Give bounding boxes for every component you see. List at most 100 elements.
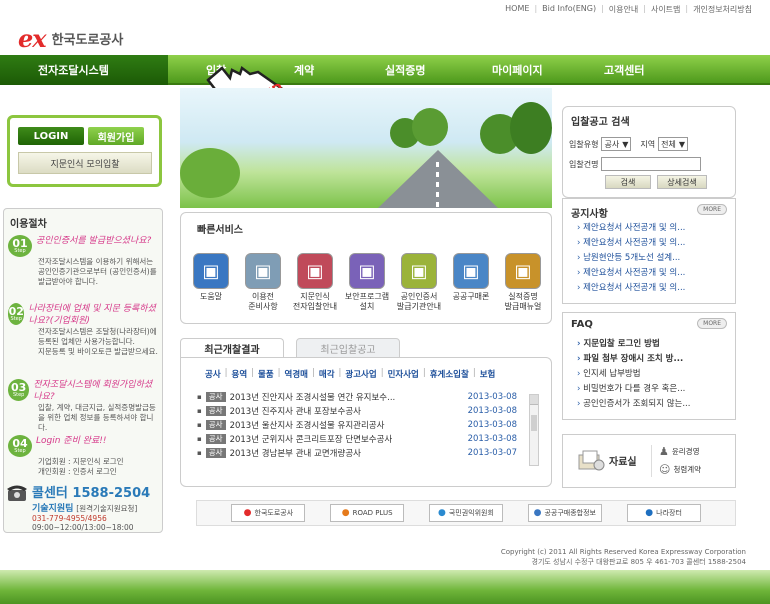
bid-name-input[interactable] xyxy=(601,157,702,171)
bullet-icon: ▪ xyxy=(197,449,202,457)
category-filter: 공사 | 용역 | 물품 | 역경매 | 매각 | 광고사업 | 민자사업 | 휴게소입찰 | 보험 xyxy=(205,368,495,380)
partner-banner[interactable]: ● 국민권익위원회 xyxy=(428,504,503,522)
quick-service-panel: 빠른서비스 ▣ 도움말 ▣ 이용전 준비사항 ▣ 지문인식 전자입찰안내 ▣ 보안프로그램 설… xyxy=(180,212,552,324)
quick-service-item[interactable]: ▣ 공인인증서 발급기관안내 xyxy=(393,253,445,312)
notice-item[interactable]: › 남원현안등 5개노선 설계... xyxy=(577,251,727,266)
clean-contract-link[interactable]: ☺ 청렴계약 xyxy=(659,463,701,476)
support-phone: 031-779-4955/4956 xyxy=(32,514,107,523)
category-link[interactable]: 용역 xyxy=(232,368,248,380)
category-link[interactable]: 휴게소입찰 xyxy=(430,368,469,380)
notice-item[interactable]: › 제안요청서 사전공개 및 의... xyxy=(577,236,727,251)
top-link-privacy[interactable]: 개인정보처리방침 xyxy=(693,4,752,15)
faq-more-button[interactable]: MORE xyxy=(697,318,727,329)
quick-service-item[interactable]: ▣ 실적증명 발급매뉴얼 xyxy=(497,253,549,312)
faq-item-title: 비밀번호가 다를 경우 혹은... xyxy=(583,384,686,394)
bullet-icon: ▪ xyxy=(197,407,202,415)
notice-item-title: 제안요청서 사전공개 및 의... xyxy=(583,283,686,293)
resources-link[interactable]: 자료실 xyxy=(577,449,637,471)
category-link[interactable]: 역경매 xyxy=(285,368,308,380)
partner-banner[interactable]: ● 한국도로공사 xyxy=(231,504,306,522)
quick-service-item[interactable]: ▣ 지문인식 전자입찰안내 xyxy=(289,253,341,312)
procedure-step-4: 04 Step Login 준비 완료!! 기업회원 : 지문인식 로그인 개인회… xyxy=(8,435,158,477)
partner-banner-label: ROAD PLUS xyxy=(352,509,393,517)
public-purchase-icon: ▣ xyxy=(453,253,489,289)
result-title[interactable]: 2013년 진안지사 조경시설물 연간 유지보수... xyxy=(230,391,396,403)
detail-search-button[interactable]: 상세검색 xyxy=(657,175,707,189)
result-title[interactable]: 2013년 울산지사 조경시설물 유지관리공사 xyxy=(230,419,385,431)
quick-service-list: ▣ 도움말 ▣ 이용전 준비사항 ▣ 지문인식 전자입찰안내 ▣ 보안프로그램 설치 ▣ 공인인증… xyxy=(185,253,549,312)
top-link-guide[interactable]: 이용안내 xyxy=(609,4,638,15)
partner-banner[interactable]: ● 공공구매종합정보 xyxy=(527,504,602,522)
step-heading: 공인인증서를 발급받으셨나요? xyxy=(36,236,152,246)
tab-recent-bid-notices[interactable]: 최근입찰공고 xyxy=(296,338,400,358)
category-link[interactable]: 공사 xyxy=(205,368,221,380)
result-title[interactable]: 2013년 군위지사 콘크리트포장 단면보수공사 xyxy=(230,433,393,445)
nav-item-customer-center[interactable]: 고객센터 xyxy=(604,55,644,85)
login-button[interactable]: LOGIN xyxy=(18,127,84,145)
faq-item[interactable]: › 비밀번호가 다를 경우 혹은... xyxy=(577,382,727,397)
ethics-label: 윤리경영 xyxy=(671,447,700,456)
faq-item[interactable]: › 공인인증서가 조회되지 않는... xyxy=(577,397,727,412)
faq-item[interactable]: › 인지세 납부방법 xyxy=(577,367,727,382)
category-link[interactable]: 보험 xyxy=(480,368,496,380)
bid-type-select[interactable]: 공사 ▼ xyxy=(601,137,632,151)
category-link[interactable]: 광고사업 xyxy=(345,368,376,380)
quick-service-item[interactable]: ▣ 도움말 xyxy=(185,253,237,312)
ethics-link[interactable]: ♟ 윤리경영 xyxy=(659,445,699,458)
document-folder-icon xyxy=(578,450,605,471)
result-title[interactable]: 2013년 경남본부 관내 교면개량공사 xyxy=(230,447,361,459)
top-link-home[interactable]: HOME xyxy=(505,4,529,15)
quick-service-title: 빠른서비스 xyxy=(197,225,243,236)
fingerprint-simulation-button[interactable]: 지문인식 모의입찰 xyxy=(18,152,152,174)
site-logo[interactable]: ex 한국도로공사 xyxy=(18,24,123,53)
region-select[interactable]: 전체 ▼ xyxy=(658,137,688,151)
step-description: 전자조달시스템은 조달청(나라장터)에 등록된 업체만 사용가능합니다. 지문등… xyxy=(38,327,158,356)
login-box: LOGIN 회원가입 지문인식 모의입찰 xyxy=(7,115,162,187)
resources-label: 자료실 xyxy=(609,456,637,468)
partner-banner[interactable]: ● ROAD PLUS xyxy=(330,504,405,522)
category-link[interactable]: 물품 xyxy=(258,368,274,380)
roadplus-logo-icon: ● xyxy=(341,508,350,518)
top-link-bid-info[interactable]: Bid Info(ENG) xyxy=(542,4,596,15)
result-row[interactable]: ▪ 공사 2013년 진주지사 관내 포장보수공사 2013-03-08 xyxy=(197,404,517,418)
notice-item[interactable]: › 제안요청서 사전공개 및 의... xyxy=(577,221,727,236)
notice-item[interactable]: › 제안요청서 사전공개 및 의... xyxy=(577,266,727,281)
chevron-down-icon: ▼ xyxy=(622,139,629,149)
quick-service-item[interactable]: ▣ 보안프로그램 설치 xyxy=(341,253,393,312)
join-button[interactable]: 회원가입 xyxy=(88,127,144,145)
notice-more-button[interactable]: MORE xyxy=(697,204,727,215)
notice-item[interactable]: › 제안요청서 사전공개 및 의... xyxy=(577,281,727,296)
bullet-icon: ▪ xyxy=(197,435,202,443)
tab-recent-opening-results[interactable]: 최근개찰결과 xyxy=(180,338,284,358)
faq-item[interactable]: › 지문입찰 로그인 방법 xyxy=(577,337,727,352)
results-scrollbar[interactable] xyxy=(529,394,539,466)
category-link[interactable]: 민자사업 xyxy=(388,368,419,380)
remote-support-request[interactable]: [원격기술지원요청] xyxy=(76,504,137,513)
top-link-sitemap[interactable]: 사이트맵 xyxy=(651,4,680,15)
step-heading: 나라장터에 업체 및 지문 등록하셨나요?(기업회원) xyxy=(28,304,156,326)
faq-item[interactable]: › 파일 첨부 장애시 조치 방... xyxy=(577,352,727,367)
chevron-down-icon: ▼ xyxy=(678,139,685,149)
category-link[interactable]: 매각 xyxy=(319,368,335,380)
partner-banners: ● 한국도로공사 ● ROAD PLUS ● 국민권익위원회 ● 공공구매종합정보 ● 나라장터 xyxy=(196,500,736,526)
notice-item-title: 제안요청서 사전공개 및 의... xyxy=(583,223,686,233)
nav-item-performance[interactable]: 실적증명 xyxy=(385,55,425,85)
quick-service-item[interactable]: ▣ 이용전 준비사항 xyxy=(237,253,289,312)
separator: | xyxy=(312,368,315,378)
ex-logo-icon: ● xyxy=(243,508,252,518)
search-button[interactable]: 검색 xyxy=(605,175,651,189)
nav-item-mypage[interactable]: 마이페이지 xyxy=(492,55,543,85)
category-badge: 공사 xyxy=(205,420,226,430)
nav-home-title[interactable]: 전자조달시스템 xyxy=(0,55,168,85)
step-heading: 전자조달시스템에 회원가입하셨나요? xyxy=(33,380,153,402)
result-row[interactable]: ▪ 공사 2013년 군위지사 콘크리트포장 단면보수공사 2013-03-08 xyxy=(197,432,517,446)
result-title[interactable]: 2013년 진주지사 관내 포장보수공사 xyxy=(230,405,361,417)
result-row[interactable]: ▪ 공사 2013년 울산지사 조경시설물 유지관리공사 2013-03-08 xyxy=(197,418,517,432)
step-number-badge: 03 Step xyxy=(8,379,30,401)
quick-service-item[interactable]: ▣ 공공구매론 xyxy=(445,253,497,312)
result-row[interactable]: ▪ 공사 2013년 경남본부 관내 교면개량공사 2013-03-07 xyxy=(197,446,517,460)
result-row[interactable]: ▪ 공사 2013년 진안지사 조경시설물 연간 유지보수... 2013-03-08 xyxy=(197,390,517,404)
footer-grass-decoration xyxy=(0,570,770,604)
clean-contract-label: 청렴계약 xyxy=(673,465,702,474)
partner-banner[interactable]: ● 나라장터 xyxy=(626,504,701,522)
